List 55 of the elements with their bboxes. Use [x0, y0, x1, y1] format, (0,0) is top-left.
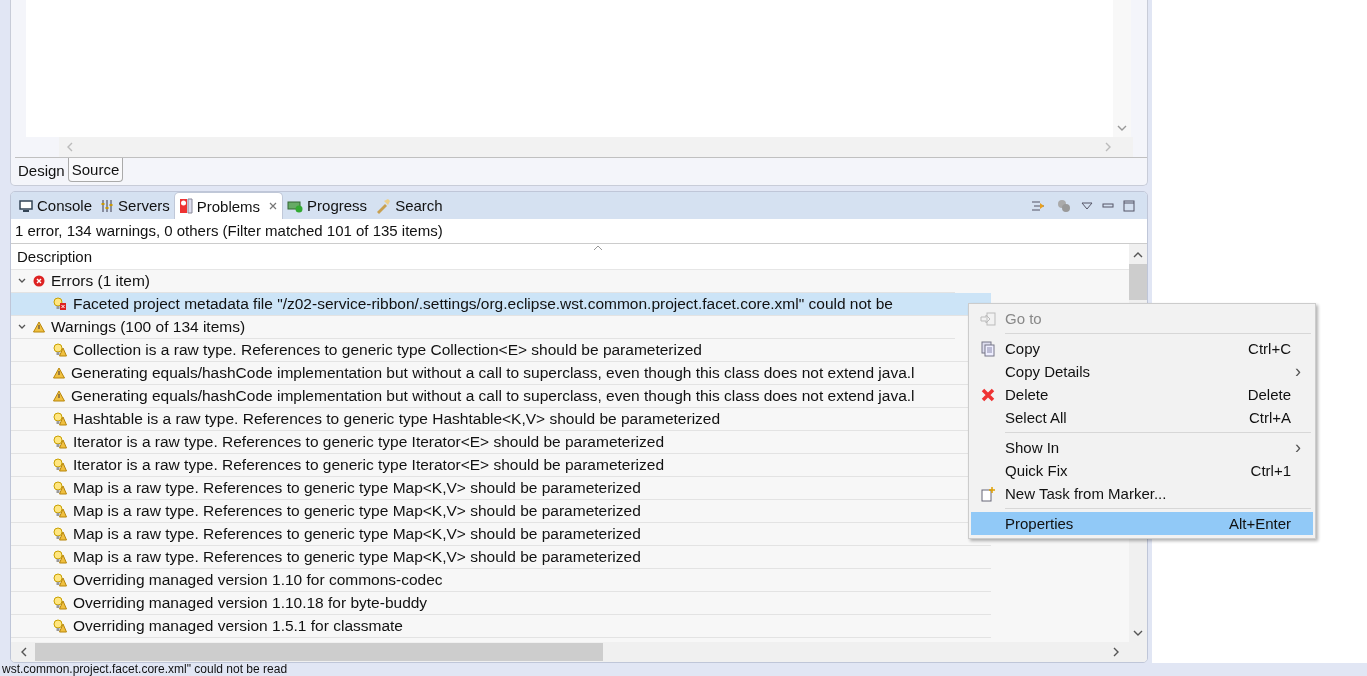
editor-tab[interactable]: Source: [67, 158, 124, 182]
goto-icon: [980, 311, 996, 326]
bulb-warning-icon: [53, 596, 67, 610]
minimize-icon[interactable]: [1102, 200, 1114, 211]
progress-icon: [287, 198, 304, 213]
bulb-warning-icon: [53, 573, 67, 587]
bulb-error-icon: [53, 297, 67, 311]
scroll-thumb[interactable]: [1129, 264, 1147, 300]
shortcut-text: Ctrl+C: [1248, 340, 1291, 357]
shortcut-text: Ctrl+1: [1250, 462, 1291, 479]
view-tab[interactable]: Servers: [96, 192, 174, 219]
problems-icon: [178, 198, 193, 214]
bulb-warning-icon: [53, 458, 67, 472]
shortcut-text: Ctrl+A: [1248, 409, 1291, 426]
warning-icon: [53, 390, 65, 402]
view-tab[interactable]: Search: [371, 192, 447, 219]
submenu-arrow: ›: [1295, 437, 1301, 458]
bulb-warning-icon: [53, 527, 67, 541]
status-message: wst.common.project.facet.core.xml" could not be read: [1, 663, 289, 676]
bulb-warning-icon: [53, 435, 67, 449]
bulb-warning-icon: [53, 504, 67, 518]
copy-icon: [981, 340, 995, 357]
problems-summary: 1 error, 134 warnings, 0 others (Filter matched 101 of 135 items): [11, 219, 1147, 243]
editor-tab[interactable]: Design: [15, 158, 68, 182]
bulb-warning-icon: [53, 481, 67, 495]
warning-icon: [33, 321, 45, 333]
monitor-icon: [19, 198, 33, 213]
delete-icon: [981, 387, 995, 402]
close-icon[interactable]: [268, 201, 279, 211]
submenu-arrow: ›: [1295, 361, 1301, 382]
horizontal-scrollbar[interactable]: [11, 642, 1147, 662]
scroll-up-icon[interactable]: [1133, 250, 1143, 260]
scroll-down-icon[interactable]: [1133, 628, 1143, 638]
flashlight-icon: [375, 197, 392, 214]
view-tab[interactable]: Progress: [283, 192, 372, 219]
shortcut-text: Delete: [1247, 386, 1291, 403]
warning-icon: [53, 367, 65, 379]
scroll-right-icon[interactable]: [1111, 647, 1121, 657]
maximize-icon[interactable]: [1123, 199, 1135, 212]
bulb-warning-icon: [53, 412, 67, 426]
error-icon: [33, 275, 45, 287]
menu-item[interactable]: Properties Alt+Enter: [971, 512, 1313, 535]
view-menu-icon[interactable]: [1081, 200, 1093, 211]
bulb-warning-icon: [53, 619, 67, 633]
view-tab[interactable]: Console: [15, 192, 97, 219]
sort-icon: [593, 245, 603, 251]
view-tab[interactable]: Problems: [173, 192, 284, 219]
scroll-thumb[interactable]: [35, 643, 603, 661]
bulb-warning-icon: [53, 550, 67, 564]
new-task-icon: [981, 485, 995, 502]
shortcut-text: Alt+Enter: [1228, 515, 1291, 532]
sliders-icon: [100, 198, 115, 213]
bulb-warning-icon: [53, 343, 67, 357]
scroll-left-icon[interactable]: [19, 647, 29, 657]
tree-row[interactable]: Faceted project metadata file "/z02-service-ribbon/.settings/org.eclipse.wst.common.project.facet.core.xml" could not be: [11, 293, 991, 316]
